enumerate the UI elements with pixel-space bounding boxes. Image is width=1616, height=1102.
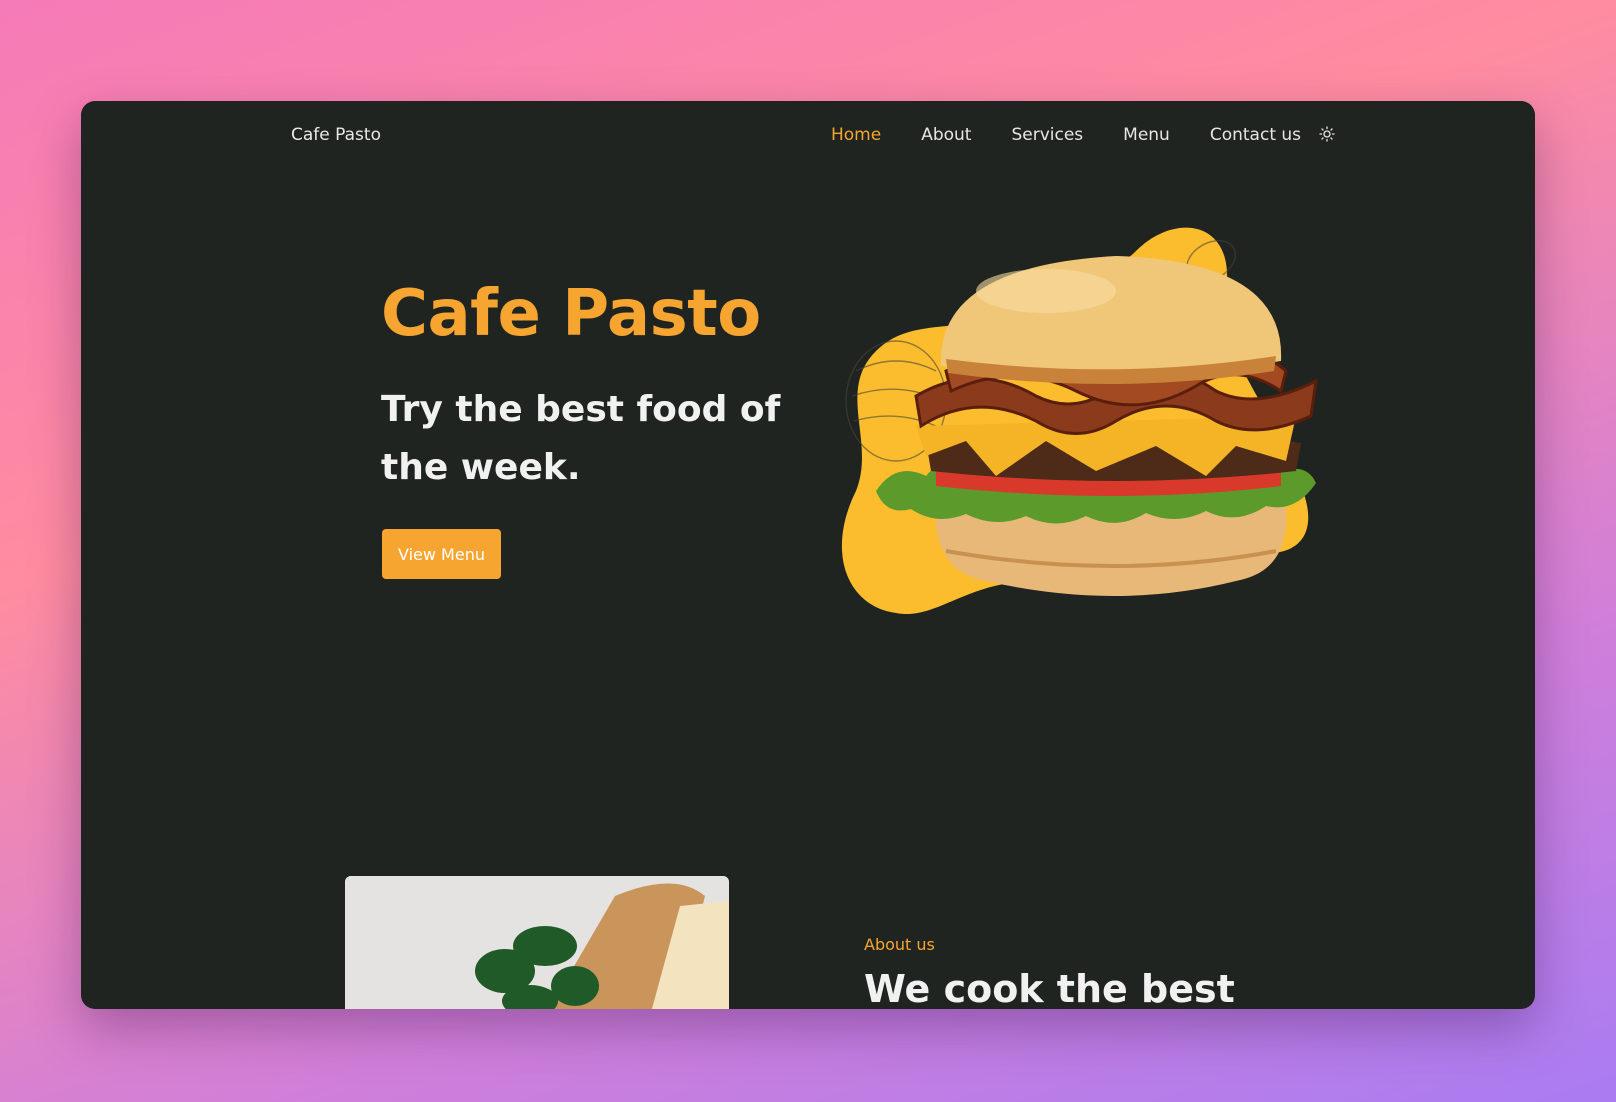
nav-about[interactable]: About (921, 125, 971, 145)
main-nav: Home About Services Menu Contact us (831, 125, 1335, 145)
about-image (345, 876, 729, 1009)
nav-contact[interactable]: Contact us (1210, 125, 1301, 145)
burger-image (841, 227, 1318, 615)
nav-services[interactable]: Services (1011, 125, 1083, 145)
view-menu-button[interactable]: View Menu (382, 529, 501, 579)
hero-subtitle: Try the best food of the week. (381, 389, 781, 488)
browser-window: Cafe Pasto Home About Services Menu Cont… (81, 101, 1535, 1009)
nav-menu[interactable]: Menu (1123, 125, 1170, 145)
hero-title: Cafe Pasto (381, 277, 761, 351)
top-bun (940, 256, 1282, 375)
brand-logo[interactable]: Cafe Pasto (291, 125, 381, 145)
nav-home[interactable]: Home (831, 125, 881, 145)
sun-icon[interactable] (1319, 126, 1335, 142)
about-section-title: We cook the best (864, 967, 1235, 1009)
about-section-label: About us (864, 935, 935, 954)
